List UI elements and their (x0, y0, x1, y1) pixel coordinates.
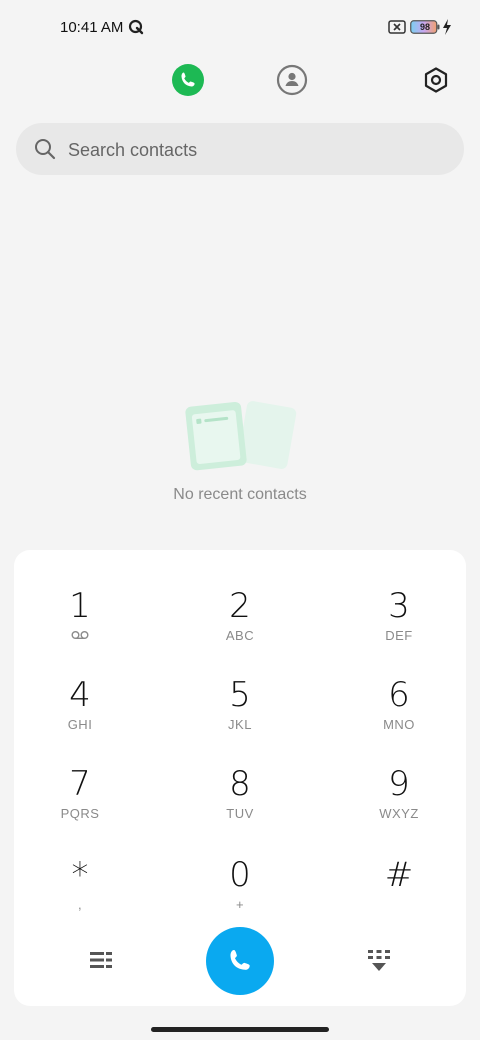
key-letters: DEF (385, 628, 413, 643)
key-5[interactable]: 5 JKL (170, 675, 310, 759)
search-bar[interactable] (16, 123, 464, 177)
key-1[interactable]: 1 (10, 586, 150, 670)
key-3[interactable]: 3 DEF (329, 586, 469, 670)
key-digit: 4 (69, 675, 91, 715)
call-icon (230, 950, 250, 970)
key-letters: JKL (228, 717, 252, 732)
status-bar: 10:41 AM 98 (0, 0, 480, 56)
voicemail-icon (71, 631, 89, 639)
key-digit: 3 (388, 586, 410, 626)
home-indicator[interactable] (151, 1027, 329, 1032)
key-letters: , (77, 897, 83, 912)
tab-phone[interactable] (172, 64, 204, 96)
empty-state-text: No recent contacts (173, 486, 307, 503)
key-digit: 0 (229, 855, 251, 895)
sim-off-icon (388, 20, 406, 34)
status-time: 10:41 AM (60, 19, 124, 36)
key-8[interactable]: 8 TUV (170, 764, 310, 848)
key-digit: 5 (229, 675, 251, 715)
charging-bolt-icon (443, 19, 451, 35)
key-letters: GHI (67, 717, 93, 732)
key-4[interactable]: 4 GHI (10, 675, 150, 759)
key-6[interactable]: 6 MNO (329, 675, 469, 759)
key-7[interactable]: 7 PQRS (10, 764, 150, 848)
key-digit: 6 (388, 675, 410, 715)
search-input[interactable] (66, 123, 450, 177)
key-digit: 2 (229, 586, 251, 626)
key-9[interactable]: 9 WXYZ (329, 764, 469, 848)
key-letters: ABC (225, 628, 255, 643)
q-icon (128, 19, 144, 35)
call-button[interactable] (206, 927, 274, 995)
key-digit: 8 (229, 764, 251, 804)
settings-button[interactable] (422, 66, 450, 94)
key-star[interactable]: * , (10, 855, 150, 939)
key-letters: MNO (383, 717, 415, 732)
key-digit: 9 (388, 764, 410, 804)
hide-keypad-icon[interactable] (366, 948, 392, 974)
key-2[interactable]: 2 ABC (170, 586, 310, 670)
empty-cards-illustration (185, 401, 297, 471)
key-digit: 1 (69, 586, 91, 626)
key-digit: * (71, 855, 89, 895)
key-letters: TUV (226, 806, 254, 821)
key-letters: WXYZ (379, 806, 419, 821)
battery-level: 98 (419, 22, 430, 32)
key-letters: + (235, 897, 245, 912)
menu-lines-icon[interactable] (88, 948, 114, 972)
key-letters: PQRS (60, 806, 100, 821)
key-digit: 7 (69, 764, 91, 804)
search-icon (35, 139, 56, 160)
key-hash[interactable]: # (329, 855, 469, 939)
tab-contacts[interactable] (276, 64, 308, 96)
phone-icon (181, 72, 195, 87)
dialpad: 1 2 ABC 3 DEF 4 GHI 5 JKL 6 MNO 7 PQRS 8… (14, 550, 466, 1006)
key-digit: # (384, 855, 414, 895)
